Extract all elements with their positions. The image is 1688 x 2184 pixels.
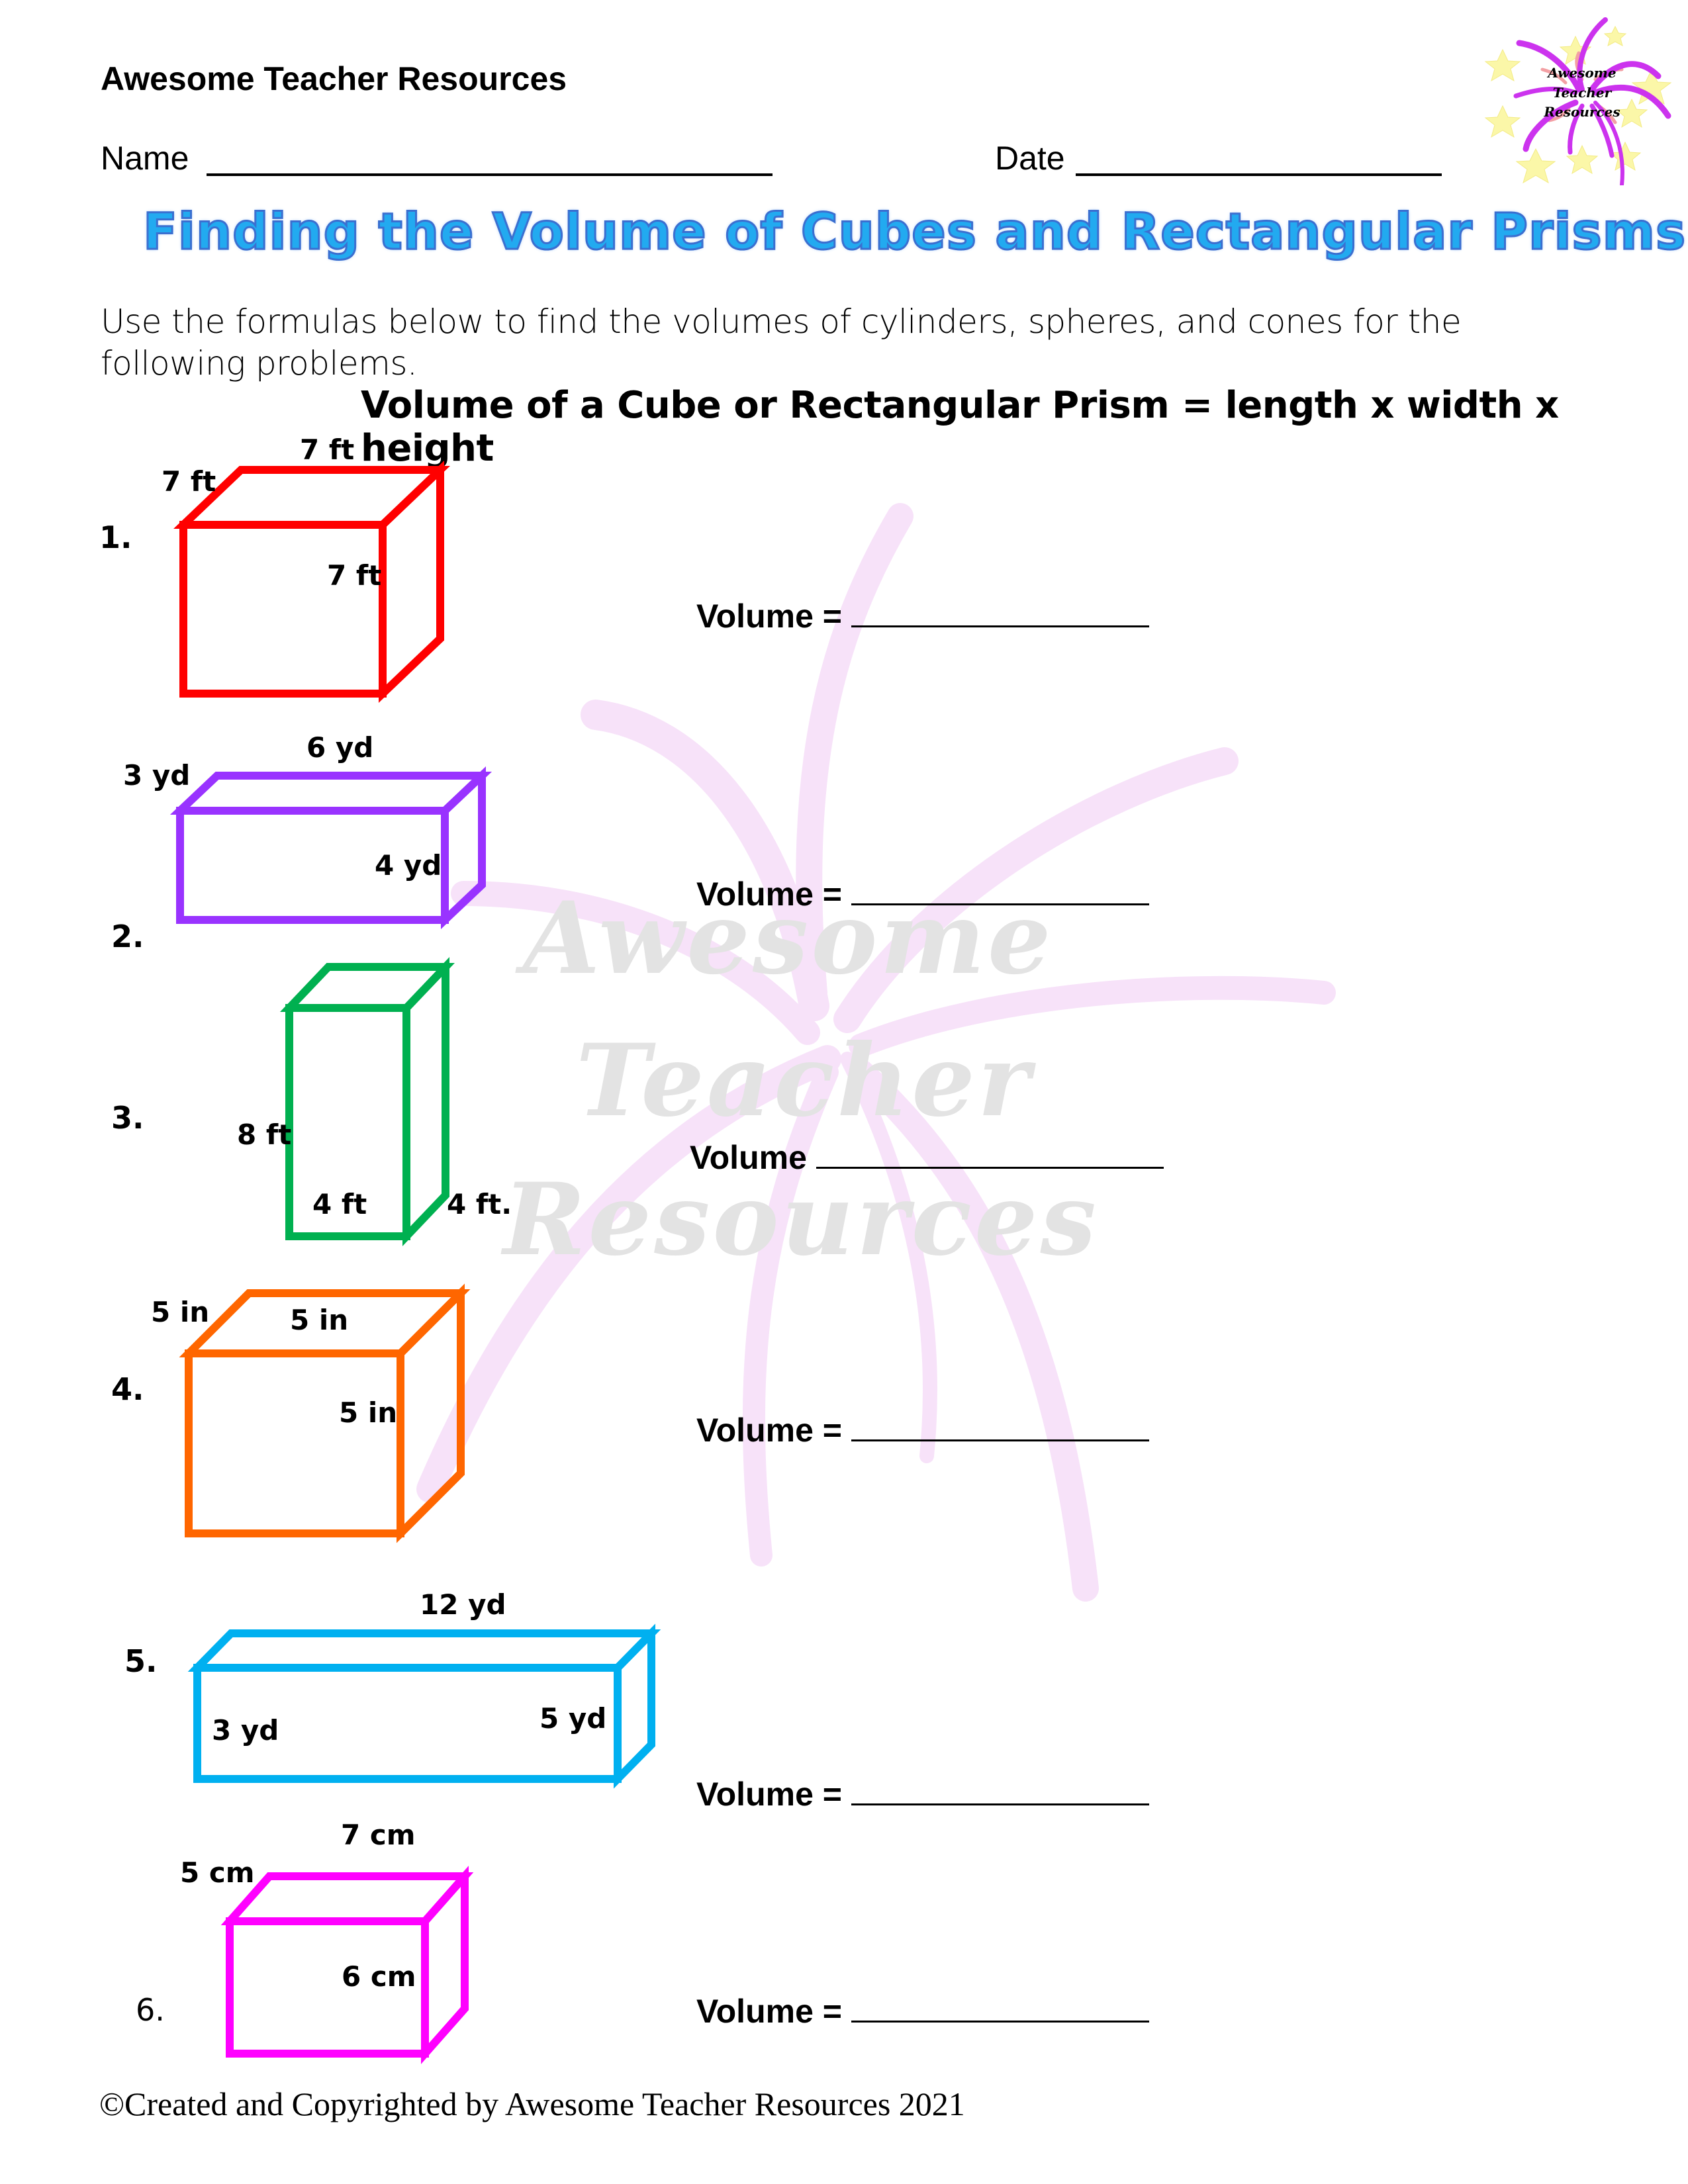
dimension-label: 5 in bbox=[339, 1396, 398, 1429]
prism-side-face bbox=[402, 956, 449, 1247]
prism-side-face bbox=[421, 1866, 469, 2064]
dimension-label: 5 yd bbox=[539, 1702, 607, 1735]
volume-answer-field[interactable] bbox=[816, 1167, 1164, 1169]
prism-side-face bbox=[441, 766, 486, 929]
dimension-label: 4 ft. bbox=[447, 1188, 512, 1220]
problem-number: 5. bbox=[124, 1643, 158, 1679]
copyright-footer: ©Created and Copyrighted by Awesome Teac… bbox=[99, 2085, 965, 2122]
logo-text: Resources bbox=[1544, 104, 1620, 120]
volume-answer-field[interactable] bbox=[851, 903, 1149, 905]
prism-front-face bbox=[185, 1349, 404, 1537]
dimension-label: 7 ft bbox=[327, 559, 382, 592]
volume-answer-field[interactable] bbox=[851, 2021, 1149, 2023]
problem-number: 4. bbox=[111, 1371, 144, 1407]
prism-top-face bbox=[173, 466, 450, 529]
prism-shape-1 bbox=[173, 460, 450, 704]
logo-text: Awesome bbox=[1548, 65, 1617, 81]
volume-answer-field[interactable] bbox=[851, 1439, 1149, 1441]
dimension-label: 5 in bbox=[151, 1296, 210, 1328]
prism-shape-2 bbox=[169, 766, 492, 929]
dimension-label: 4 yd bbox=[375, 849, 442, 882]
volume-answer: Volume = bbox=[696, 1411, 1149, 1449]
volume-label: Volume = bbox=[696, 598, 842, 635]
prism-side-face bbox=[614, 1623, 655, 1789]
prism-top-face bbox=[187, 1629, 661, 1672]
prism-front-face bbox=[179, 521, 387, 698]
dimension-label: 3 yd bbox=[212, 1714, 279, 1747]
prism-side-face bbox=[397, 1283, 465, 1543]
volume-answer: Volume = bbox=[696, 597, 1149, 635]
volume-answer-field[interactable] bbox=[851, 625, 1149, 627]
volume-label: Volume = bbox=[696, 1776, 842, 1813]
volume-answer: Volume bbox=[690, 1138, 1164, 1177]
dimension-label: 6 yd bbox=[306, 731, 374, 764]
volume-answer: Volume = bbox=[696, 875, 1149, 913]
prism-side-face bbox=[379, 460, 444, 704]
volume-answer-field[interactable] bbox=[851, 1803, 1149, 1805]
problem-number: 1. bbox=[99, 520, 132, 555]
volume-label: Volume = bbox=[696, 876, 842, 913]
volume-answer: Volume = bbox=[696, 1775, 1149, 1813]
logo-text: Teacher bbox=[1552, 85, 1612, 101]
dimension-label: 5 in bbox=[290, 1304, 349, 1336]
problem-number: 2. bbox=[111, 919, 144, 954]
prism-top-face bbox=[169, 772, 492, 815]
dimension-label: 4 ft bbox=[312, 1188, 367, 1220]
dimension-label: 7 cm bbox=[341, 1819, 416, 1851]
dimension-label: 12 yd bbox=[420, 1588, 506, 1621]
dimension-label: 8 ft bbox=[237, 1118, 292, 1151]
dimension-label: 7 ft bbox=[162, 465, 216, 498]
dimension-label: 3 yd bbox=[123, 759, 191, 792]
volume-label: Volume = bbox=[696, 1993, 842, 2030]
problem-number: 6. bbox=[136, 1992, 165, 2028]
dimension-label: 6 cm bbox=[342, 1960, 416, 1993]
dimension-label: 5 cm bbox=[180, 1856, 255, 1889]
volume-label: Volume bbox=[690, 1139, 807, 1176]
volume-answer: Volume = bbox=[696, 1992, 1149, 2030]
dimension-label: 7 ft bbox=[300, 433, 355, 466]
volume-label: Volume = bbox=[696, 1412, 842, 1449]
problem-number: 3. bbox=[111, 1100, 144, 1136]
